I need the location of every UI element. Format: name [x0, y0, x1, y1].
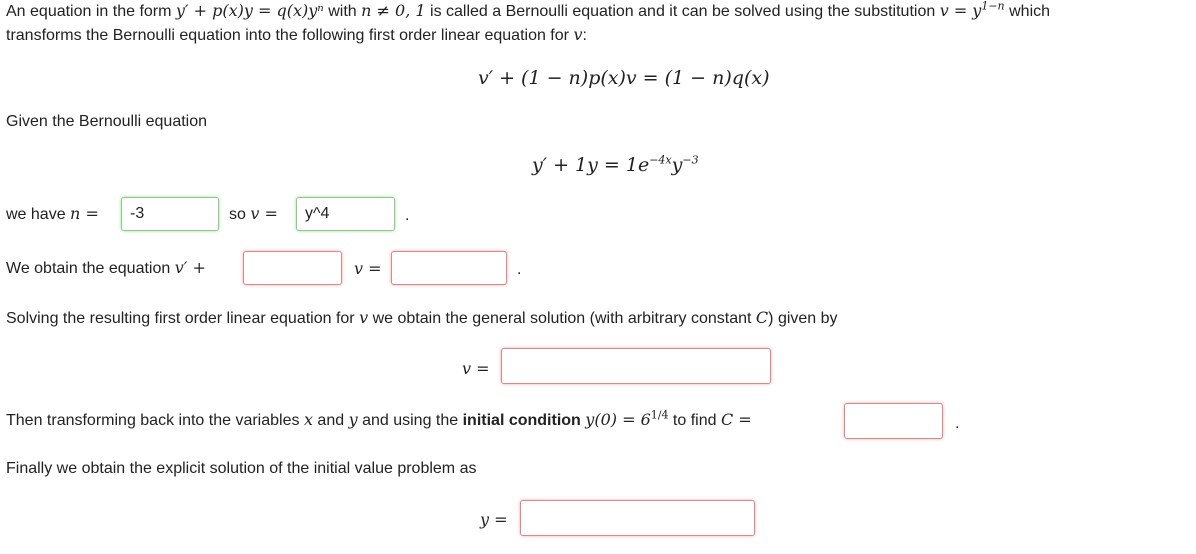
have-n-label: we have n = — [6, 204, 99, 225]
linear-coefficient-input[interactable] — [243, 251, 342, 285]
initial-condition-math: y(0) = 6 — [585, 410, 651, 429]
then-text-b: and using the — [362, 412, 459, 429]
ic-exponent: 1/4 — [650, 408, 669, 422]
then-text-c: to find — [672, 412, 717, 429]
so-text: so — [229, 206, 246, 223]
linear-rhs-input[interactable] — [391, 251, 507, 285]
intro-text: transforms the Bernoulli equation into t… — [6, 27, 569, 44]
period: . — [955, 415, 960, 432]
given-eq-lhs: y′ + 1y = 1e — [532, 154, 650, 176]
initial-condition-bold: initial condition — [462, 412, 581, 429]
so-v-label: so v = — [229, 204, 278, 225]
C-math: C — [755, 308, 769, 327]
vprime-math: v′ + — [174, 258, 206, 277]
intro-text: with — [328, 3, 357, 20]
finally-text: Finally we obtain the explicit solution … — [6, 460, 477, 477]
period: . — [405, 207, 410, 224]
intro-text: is called a Bernoulli equation and it ca… — [430, 3, 936, 20]
then-and: and — [317, 412, 345, 429]
y-math: y — [348, 410, 358, 429]
solving-text: Solving the resulting first order linear… — [6, 308, 838, 329]
substitution-math: v = y — [939, 1, 982, 20]
v-substitution-input[interactable] — [296, 197, 395, 231]
n-var-math: n = — [70, 204, 99, 223]
v-var-math: v = — [250, 204, 278, 223]
intro-text: : — [582, 27, 587, 44]
v-equals-math: v = — [354, 259, 382, 278]
y-equals-math: y = — [480, 510, 508, 529]
intro-line-2: transforms the Bernoulli equation into t… — [6, 25, 587, 46]
bernoulli-form-math: y′ + p(x)y = q(x)yⁿ — [175, 1, 324, 20]
solving-text-b: we obtain the general solution (with arb… — [372, 310, 752, 327]
general-solution-input[interactable] — [501, 348, 771, 384]
given-eq-exp1: −4x — [649, 153, 672, 167]
v-math: v — [359, 308, 369, 327]
v-equals-math: v = — [462, 359, 490, 378]
have-n-text: we have — [6, 206, 66, 223]
obtain-label: We obtain the equation v′ + — [6, 258, 206, 279]
n-input[interactable] — [121, 197, 219, 231]
period: . — [517, 261, 522, 278]
given-label: Given the Bernoulli equation — [6, 113, 208, 130]
given-eq-y: y — [671, 154, 683, 176]
given-equation: y′ + 1y = 1e−4xy−3 — [532, 154, 699, 176]
explicit-solution-input[interactable] — [520, 500, 755, 536]
obtain-text: We obtain the equation — [6, 260, 171, 277]
C-equals-math: C = — [720, 410, 752, 429]
constant-C-input[interactable] — [844, 403, 943, 439]
intro-text: which — [1009, 3, 1051, 20]
n-condition-math: n ≠ 0, 1 — [361, 1, 426, 20]
intro-text: An equation in the form — [6, 3, 172, 20]
solving-text-c: ) given by — [768, 310, 838, 327]
substitution-exponent: 1−n — [981, 0, 1005, 13]
then-text: Then transforming back into the variable… — [6, 410, 752, 431]
x-math: x — [303, 410, 313, 429]
intro-line-1: An equation in the form y′ + p(x)y = q(x… — [6, 1, 1050, 22]
linear-equation: v′ + (1 − n)p(x)v = (1 − n)q(x) — [478, 67, 770, 89]
given-eq-exp2: −3 — [682, 153, 699, 167]
then-text-a: Then transforming back into the variable… — [6, 412, 300, 429]
solving-text-a: Solving the resulting first order linear… — [6, 310, 355, 327]
